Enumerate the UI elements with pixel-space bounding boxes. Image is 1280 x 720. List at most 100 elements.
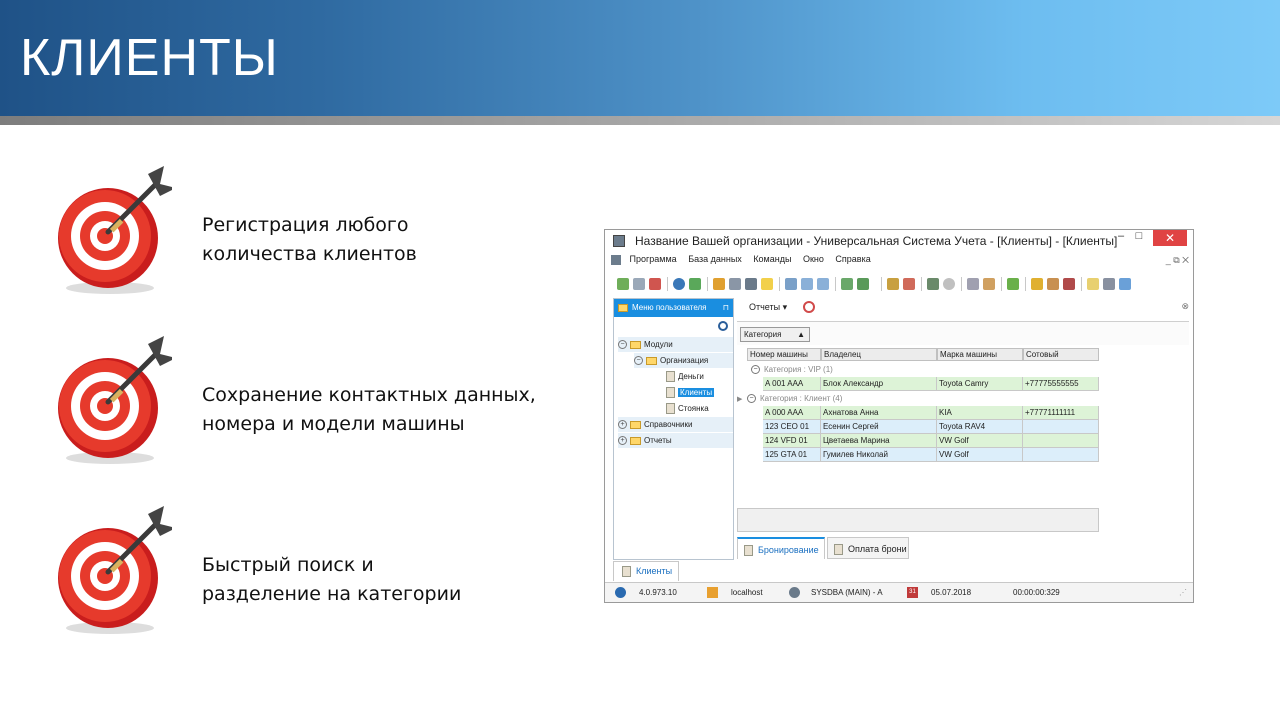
tab-booking-payment[interactable]: Оплата брони [827, 537, 909, 559]
window-titlebar: Название Вашей организации - Универсальн… [605, 230, 1193, 252]
tree-item-parking[interactable]: Стоянка [666, 401, 733, 416]
cell-brand[interactable]: VW Golf [937, 448, 1023, 462]
collapse-icon[interactable]: − [634, 356, 643, 366]
column-header-owner[interactable]: Владелец [821, 348, 937, 361]
tree-item-money[interactable]: Деньги [666, 369, 733, 384]
collapse-icon[interactable]: − [751, 365, 760, 375]
tab-clients-window[interactable]: Клиенты [613, 561, 679, 581]
grid-icon[interactable] [745, 278, 757, 290]
tab-booking[interactable]: Бронирование [737, 537, 825, 559]
cell-brand[interactable]: Toyota RAV4 [937, 420, 1023, 434]
group-row-vip[interactable]: − Категория : VIP (1) [751, 363, 1099, 377]
transfer-icon[interactable] [1063, 278, 1075, 290]
group-chip-label: Категория [744, 330, 782, 339]
cell-phone[interactable]: +77775555555 [1023, 377, 1099, 391]
cell-phone[interactable]: +77771111111 [1023, 406, 1099, 420]
window-close-icon[interactable] [903, 278, 915, 290]
bullet-2-line-1: Сохранение контактных данных, [202, 384, 536, 406]
cell-owner[interactable]: Цветаева Марина [821, 434, 937, 448]
export-icon[interactable] [785, 278, 797, 290]
refresh-icon[interactable] [617, 278, 629, 290]
cell-brand[interactable]: Toyota Camry [937, 377, 1023, 391]
cell-phone[interactable] [1023, 434, 1099, 448]
export-excel-icon[interactable] [857, 278, 869, 290]
excel-icon[interactable] [841, 278, 853, 290]
disabled-icon[interactable] [943, 278, 955, 290]
minimize-button[interactable]: – [1113, 230, 1129, 246]
search-icon[interactable] [673, 278, 685, 290]
expand-icon[interactable] [801, 278, 813, 290]
folder-icon [630, 340, 641, 349]
cell-brand[interactable]: KIA [937, 406, 1023, 420]
pin-icon[interactable]: ⊓ [723, 299, 729, 317]
funnel-icon[interactable] [713, 278, 725, 290]
cell-plate[interactable]: A 001 AAA [763, 377, 821, 391]
cell-owner[interactable]: Есенин Сергей [821, 420, 937, 434]
filter-icon[interactable] [689, 278, 701, 290]
menu-item-commands[interactable]: Команды [753, 254, 791, 264]
cell-plate[interactable]: A 000 AAA [763, 406, 821, 420]
target-icon [58, 166, 172, 294]
print-icon[interactable] [1103, 278, 1115, 290]
arrow-icon[interactable] [1119, 278, 1131, 290]
cell-plate[interactable]: 123 CEO 01 [763, 420, 821, 434]
grid-footer [737, 508, 1099, 532]
cell-phone[interactable] [1023, 448, 1099, 462]
column-header-phone[interactable]: Сотовый [1023, 348, 1099, 361]
wrench-icon[interactable] [983, 278, 995, 290]
cell-owner[interactable]: Гумилев Николай [821, 448, 937, 462]
cell-plate[interactable]: 124 VFD 01 [763, 434, 821, 448]
main-toolbar [611, 274, 1191, 294]
tree-item-organization[interactable]: − Организация [634, 353, 733, 368]
menu-item-database[interactable]: База данных [688, 254, 742, 264]
window-new-icon[interactable] [887, 278, 899, 290]
reports-dropdown[interactable]: Отчеты ▾ [749, 302, 787, 313]
expand-icon[interactable]: + [618, 436, 627, 446]
column-header-plate[interactable]: Номер машины [747, 348, 821, 361]
stop-icon[interactable] [803, 301, 815, 313]
note-icon[interactable] [761, 278, 773, 290]
collapse-icon[interactable] [817, 278, 829, 290]
maximize-button[interactable]: □ [1131, 230, 1147, 246]
tree-item-reports[interactable]: + Отчеты [618, 433, 733, 448]
lock-icon[interactable] [1031, 278, 1043, 290]
tab-label: Клиенты [636, 566, 673, 576]
tree-item-label: Справочники [644, 420, 693, 429]
calendar-icon[interactable] [1087, 278, 1099, 290]
expand-icon[interactable]: + [618, 420, 627, 430]
cell-owner[interactable]: Ахнатова Анна [821, 406, 937, 420]
resize-grip-icon[interactable]: ⋰ [1179, 588, 1187, 597]
close-button[interactable]: ✕ [1153, 230, 1187, 246]
search-icon[interactable] [718, 321, 728, 331]
layers-icon[interactable] [729, 278, 741, 290]
group-row-client[interactable]: ▶ − Категория : Клиент (4) [737, 392, 1099, 406]
row-indicator-icon: ▶ [737, 396, 743, 403]
close-panel-icon[interactable]: ⊗ [1181, 301, 1189, 312]
users-icon[interactable] [1047, 278, 1059, 290]
collapse-icon[interactable]: − [747, 394, 756, 404]
tools-icon[interactable] [927, 278, 939, 290]
copy-icon[interactable] [633, 278, 645, 290]
cell-brand[interactable]: VW Golf [937, 434, 1023, 448]
bullet-3-line-1: Быстрый поиск и [202, 554, 374, 576]
tree-item-references[interactable]: + Справочники [618, 417, 733, 432]
chart-icon[interactable] [1007, 278, 1019, 290]
collapse-icon[interactable]: − [618, 340, 627, 350]
menu-item-window[interactable]: Окно [803, 254, 824, 264]
menu-item-program[interactable]: Программа [630, 254, 677, 264]
bullet-1-line-1: Регистрация любого [202, 214, 409, 236]
column-header-brand[interactable]: Марка машины [937, 348, 1023, 361]
tree-item-label: Отчеты [644, 436, 672, 445]
tree-item-label: Стоянка [678, 404, 709, 413]
tree-item-modules[interactable]: − Модули [618, 337, 733, 352]
cell-owner[interactable]: Блок Александр [821, 377, 937, 391]
delete-icon[interactable] [649, 278, 661, 290]
mdi-window-controls[interactable]: _ ⧉ ✕ [1166, 255, 1189, 266]
cell-plate[interactable]: 125 GTA 01 [763, 448, 821, 462]
settings-icon[interactable] [967, 278, 979, 290]
cell-phone[interactable] [1023, 420, 1099, 434]
menu-item-help[interactable]: Справка [835, 254, 870, 264]
group-by-category-chip[interactable]: Категория ▲ [740, 327, 810, 342]
bullet-2: Сохранение контактных данных, номера и м… [202, 381, 536, 439]
tree-item-clients[interactable]: Клиенты [666, 385, 733, 400]
